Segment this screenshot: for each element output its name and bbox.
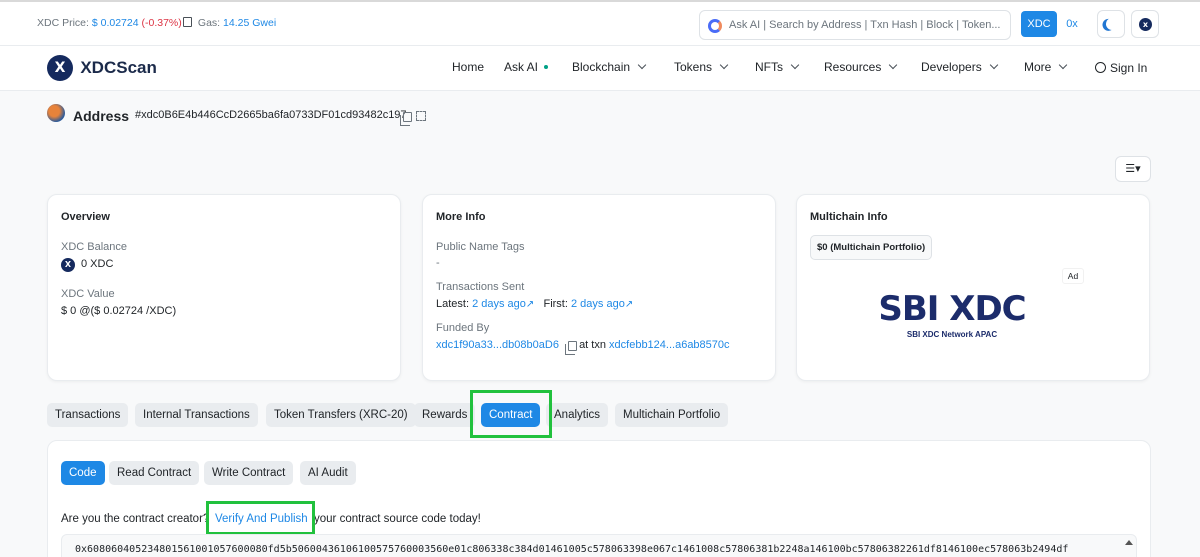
page-title: Address <box>73 108 130 124</box>
tab-transactions[interactable]: Transactions <box>47 403 129 427</box>
ask-ai-icon <box>708 19 722 33</box>
balance-value: X0 XDC <box>61 258 113 272</box>
status-dot-icon <box>544 65 549 69</box>
more-info-title: More Info <box>436 211 486 223</box>
price-change: (-0.37%) <box>141 17 182 29</box>
xdc-coin-icon: X <box>61 258 75 272</box>
gas-price: Gas: 14.25 Gwei <box>183 17 276 29</box>
transactions-sent-values: Latest: 2 days ago↗ First: 2 days ago↗ <box>436 298 634 310</box>
brand-logo[interactable]: X XDCScan <box>47 55 157 81</box>
xdc-price: XDC Price: $ 0.02724 (-0.37%) <box>37 17 182 29</box>
view-options-button[interactable]: ☰▾ <box>1115 156 1151 182</box>
tab-rewards[interactable]: Rewards <box>414 403 476 427</box>
chevron-down-icon <box>637 60 647 70</box>
copy-icon[interactable] <box>400 112 412 126</box>
funder-address-link[interactable]: xdc1f90a33...db08b0aD6 <box>436 339 559 351</box>
transactions-sent-label: Transactions Sent <box>436 281 525 293</box>
brand-name: XDCScan <box>80 58 157 77</box>
tab-multichain-portfolio[interactable]: Multichain Portfolio <box>615 403 729 427</box>
overview-card: Overview XDC Balance X0 XDC XDC Value $ … <box>47 194 401 381</box>
tab-analytics[interactable]: Analytics <box>546 403 609 427</box>
gas-value-link[interactable]: 14.25 Gwei <box>223 17 276 29</box>
search-placeholder: Ask AI | Search by Address | Txn Hash | … <box>729 19 1001 31</box>
balance-label: XDC Balance <box>61 241 128 253</box>
nav-tokens[interactable]: Tokens <box>674 60 729 74</box>
funded-by-values: xdc1f90a33...db08b0aD6 at txn xdcfebb124… <box>436 339 730 351</box>
subtab-read-contract[interactable]: Read Contract <box>109 461 200 485</box>
main-navbar: X XDCScan Home Ask AI Blockchain Tokens … <box>0 46 1200 91</box>
name-tags-label: Public Name Tags <box>436 241 525 253</box>
latest-tx-link[interactable]: 2 days ago <box>472 298 526 310</box>
search-input[interactable]: Ask AI | Search by Address | Txn Hash | … <box>699 10 1011 40</box>
chevron-down-icon <box>719 60 729 70</box>
moon-icon <box>1104 16 1119 31</box>
ad-badge: Ad <box>1062 268 1084 284</box>
sbi-xdc-ad-banner[interactable]: SBI XDC SBI XDC Network APAC <box>852 290 1052 350</box>
nav-home[interactable]: Home <box>452 60 484 74</box>
copy-icon[interactable] <box>565 341 577 355</box>
price-value-link[interactable]: $ 0.02724 <box>92 17 139 29</box>
arrow-up-right-icon: ↗ <box>525 299 535 310</box>
chevron-down-icon <box>1059 60 1068 70</box>
multichain-card: Multichain Info $0 (Multichain Portfolio… <box>796 194 1150 381</box>
xdc-logo-icon: X <box>47 55 73 81</box>
first-tx-link[interactable]: 2 days ago <box>571 298 625 310</box>
gas-label: Gas: <box>197 17 221 29</box>
nav-blockchain[interactable]: Blockchain <box>572 60 647 74</box>
verify-link-highlight <box>206 501 315 535</box>
nav-resources[interactable]: Resources <box>824 60 898 74</box>
top-bar: XDC Price: $ 0.02724 (-0.37%) Gas: 14.25… <box>0 0 1200 46</box>
nav-developers[interactable]: Developers <box>921 60 998 74</box>
gas-pump-icon <box>183 17 192 27</box>
value-label: XDC Value <box>61 288 115 300</box>
theme-toggle-button[interactable] <box>1097 10 1125 38</box>
qr-code-icon[interactable] <box>416 111 426 121</box>
subtab-write-contract[interactable]: Write Contract <box>204 461 294 485</box>
nav-ask-ai[interactable]: Ask AI <box>504 60 549 74</box>
contract-bytecode: 0x608060405234801561001057600080fd5b5060… <box>75 544 1069 555</box>
multichain-title: Multichain Info <box>810 211 888 223</box>
xdc-network-icon: x <box>1139 18 1152 31</box>
chevron-down-icon <box>989 60 998 70</box>
sign-in-link[interactable]: Sign In <box>1095 61 1147 75</box>
funding-txn-link[interactable]: xdcfebb124...a6ab8570c <box>609 339 730 351</box>
more-info-card: More Info Public Name Tags - Transaction… <box>422 194 776 381</box>
arrow-up-right-icon: ↗ <box>624 299 634 310</box>
chevron-down-icon <box>790 60 800 70</box>
nav-more[interactable]: More <box>1024 60 1068 74</box>
value-value: $ 0 @($ 0.02724 /XDC) <box>61 305 177 317</box>
overview-title: Overview <box>61 211 110 223</box>
creator-prompt-suffix: your contract source code today! <box>314 513 481 525</box>
tab-internal-transactions[interactable]: Internal Transactions <box>135 403 258 427</box>
currency-0x-button[interactable]: 0x <box>1060 11 1084 37</box>
currency-xdc-button[interactable]: XDC <box>1021 11 1057 37</box>
price-label: XDC Price: <box>37 17 89 29</box>
bytecode-box[interactable]: 0x608060405234801561001057600080fd5b5060… <box>61 534 1137 557</box>
name-tags-value: - <box>436 257 440 269</box>
scroll-up-icon[interactable] <box>1125 540 1133 545</box>
nav-nfts[interactable]: NFTs <box>755 60 800 74</box>
multichain-portfolio-button[interactable]: $0 (Multichain Portfolio) <box>810 235 933 260</box>
network-button[interactable]: x <box>1131 10 1159 38</box>
subtab-code[interactable]: Code <box>61 461 105 485</box>
address-avatar <box>47 104 65 122</box>
contract-tab-highlight <box>470 390 552 438</box>
user-icon <box>1095 62 1106 73</box>
banner-subtitle: SBI XDC Network APAC <box>906 330 998 339</box>
address-hash: #xdc0B6E4b446CcD2665ba6fa0733DF01cd93482… <box>135 109 407 121</box>
tab-token-transfers[interactable]: Token Transfers (XRC-20) <box>266 403 416 427</box>
subtab-ai-audit[interactable]: AI Audit <box>300 461 356 485</box>
chevron-down-icon <box>889 60 898 70</box>
banner-logo-text: SBI XDC <box>878 289 1026 329</box>
funded-by-label: Funded By <box>436 322 490 334</box>
creator-prompt: Are you the contract creator? <box>61 513 210 525</box>
